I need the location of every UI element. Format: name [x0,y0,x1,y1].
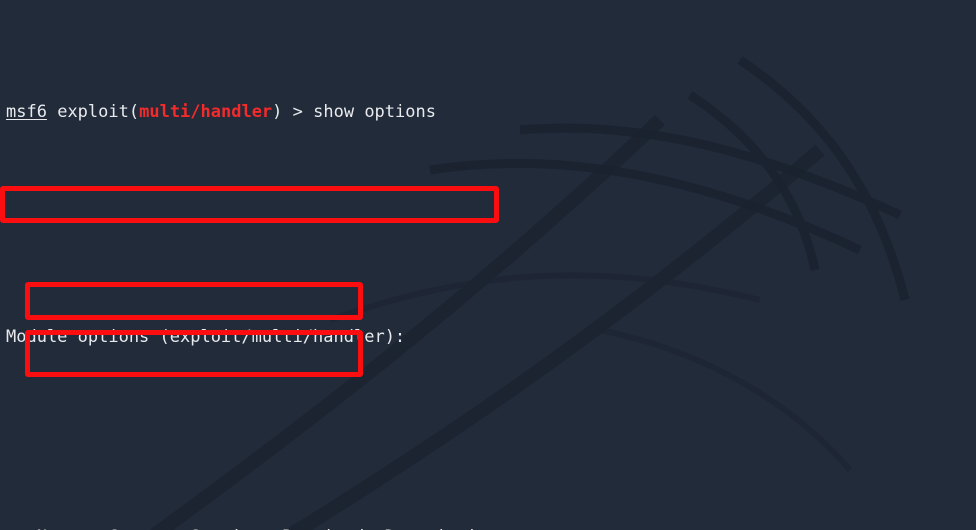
terminal-window[interactable]: msf6 exploit(multi/handler) > show optio… [0,0,976,530]
prompt-paren-close: ) [272,102,283,122]
terminal-output[interactable]: msf6 exploit(multi/handler) > show optio… [0,0,976,530]
prompt-arrow: > [282,102,314,122]
prompt-paren-open: ( [128,102,140,122]
prompt-line: msf6 exploit(multi/handler) > show optio… [0,100,976,125]
prompt-command-word: exploit [57,102,129,122]
module-options-title: Module options (exploit/multi/handler): [6,327,406,347]
module-options-header-row: Name Current Setting Required Descriptio… [0,525,976,530]
prompt-host: msf6 [6,102,47,122]
prompt-space-1 [47,102,57,122]
prompt-typed-command: show options [313,102,436,122]
prompt-module-name: multi/handler [139,102,273,122]
